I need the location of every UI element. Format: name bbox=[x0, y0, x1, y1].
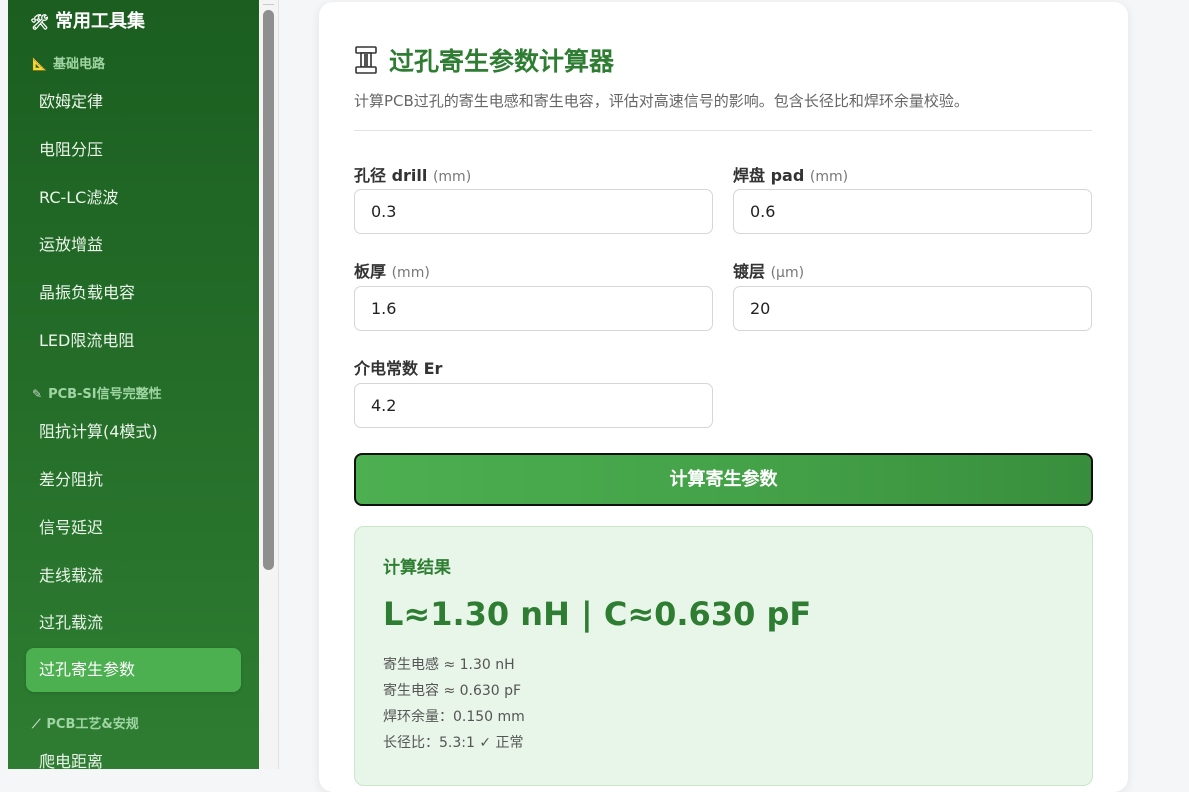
field-label-text: 焊盘 pad bbox=[733, 166, 805, 185]
sidebar-item-rc-lc-filter[interactable]: RC-LC滤波 bbox=[26, 176, 241, 220]
pad-input[interactable]: 0.6 bbox=[733, 189, 1092, 234]
plating-label: 镀层 (μm) bbox=[733, 258, 804, 282]
sidebar-group-label: PCB-SI信号完整性 bbox=[48, 387, 162, 402]
sidebar-scrollbar-thumb[interactable] bbox=[263, 10, 274, 570]
sidebar-group-basic: 📐 基础电路 bbox=[32, 53, 105, 72]
calculator-card: 过孔寄生参数计算器 计算PCB过孔的寄生电感和寄生电容，评估对高速信号的影响。包… bbox=[319, 2, 1128, 792]
sidebar-item-led-resistor[interactable]: LED限流电阻 bbox=[26, 319, 241, 363]
sidebar-item-ohms-law[interactable]: 欧姆定律 bbox=[26, 80, 241, 124]
ruler-triangle-icon: 📐 bbox=[32, 57, 47, 71]
result-annular-ring: 焊环余量：0.150 mm bbox=[383, 709, 525, 725]
field-label-text: 板厚 bbox=[354, 262, 387, 281]
sidebar-item-impedance[interactable]: 阻抗计算(4模式) bbox=[26, 410, 241, 454]
tools-icon: 🛠 bbox=[30, 13, 50, 31]
scroll-up-arrow[interactable] bbox=[263, 0, 274, 5]
pencil-icon: ✎ bbox=[32, 387, 43, 401]
sidebar-group-label: PCB工艺&安规 bbox=[46, 717, 139, 732]
sidebar-item-trace-current[interactable]: 走线载流 bbox=[26, 554, 241, 598]
field-unit: (μm) bbox=[770, 265, 805, 281]
drill-input[interactable]: 0.3 bbox=[354, 189, 713, 234]
divider bbox=[354, 130, 1092, 131]
drill-label: 孔径 drill (mm) bbox=[354, 162, 471, 186]
sidebar-item-voltage-divider[interactable]: 电阻分压 bbox=[26, 128, 241, 172]
sidebar-header: 🛠 常用工具集 bbox=[30, 7, 145, 33]
window-edge bbox=[0, 0, 8, 769]
sidebar: 🛠 常用工具集 📐 基础电路 欧姆定律 电阻分压 RC-LC滤波 运放增益 晶振负载… bbox=[8, 0, 259, 769]
pad-label: 焊盘 pad (mm) bbox=[733, 162, 848, 186]
er-label: 介电常数 Er bbox=[354, 355, 442, 379]
sidebar-group-process: ⟋ PCB工艺&安规 bbox=[32, 713, 139, 732]
result-aspect-ratio: 长径比：5.3:1 ✓ 正常 bbox=[383, 735, 524, 751]
page-description: 计算PCB过孔的寄生电感和寄生电容，评估对高速信号的影响。包含长径比和焊环余量校… bbox=[354, 92, 969, 110]
field-unit: (mm) bbox=[432, 169, 472, 185]
result-capacitance: 寄生电容 ≈ 0.630 pF bbox=[383, 683, 522, 699]
sidebar-item-diff-impedance[interactable]: 差分阻抗 bbox=[26, 458, 241, 502]
sidebar-header-title: 常用工具集 bbox=[55, 11, 146, 32]
er-input[interactable]: 4.2 bbox=[354, 383, 713, 428]
wrench-icon: ⟋ bbox=[32, 717, 41, 731]
thickness-input[interactable]: 1.6 bbox=[354, 286, 713, 331]
thickness-label: 板厚 (mm) bbox=[354, 258, 430, 282]
field-label-text: 镀层 bbox=[733, 262, 766, 281]
sidebar-group-label: 基础电路 bbox=[52, 57, 105, 72]
sidebar-group-si: ✎ PCB-SI信号完整性 bbox=[32, 383, 162, 402]
calculate-button[interactable]: 计算寄生参数 bbox=[354, 453, 1093, 506]
result-inductance: 寄生电感 ≈ 1.30 nH bbox=[383, 657, 515, 673]
field-label-text: 孔径 drill bbox=[354, 166, 428, 185]
sidebar-item-via-current[interactable]: 过孔载流 bbox=[26, 601, 241, 645]
sidebar-item-crystal-load[interactable]: 晶振负载电容 bbox=[26, 271, 241, 315]
field-unit: (mm) bbox=[809, 169, 849, 185]
sidebar-item-opamp-gain[interactable]: 运放增益 bbox=[26, 223, 241, 267]
page-title-text: 过孔寄生参数计算器 bbox=[389, 47, 615, 76]
field-unit: (mm) bbox=[391, 265, 430, 281]
via-icon bbox=[355, 46, 377, 74]
sidebar-item-via-parasitic[interactable]: 过孔寄生参数 bbox=[26, 648, 241, 692]
result-panel: 计算结果 L≈1.30 nH | C≈0.630 pF 寄生电感 ≈ 1.30 … bbox=[354, 526, 1093, 786]
result-summary: L≈1.30 nH | C≈0.630 pF bbox=[383, 595, 812, 633]
page-title: 过孔寄生参数计算器 bbox=[355, 42, 614, 78]
result-title: 计算结果 bbox=[383, 558, 451, 578]
sidebar-item-creepage[interactable]: 爬电距离 bbox=[26, 740, 241, 769]
plating-input[interactable]: 20 bbox=[733, 286, 1092, 331]
sidebar-item-signal-delay[interactable]: 信号延迟 bbox=[26, 506, 241, 550]
field-label-text: 介电常数 Er bbox=[354, 359, 443, 378]
